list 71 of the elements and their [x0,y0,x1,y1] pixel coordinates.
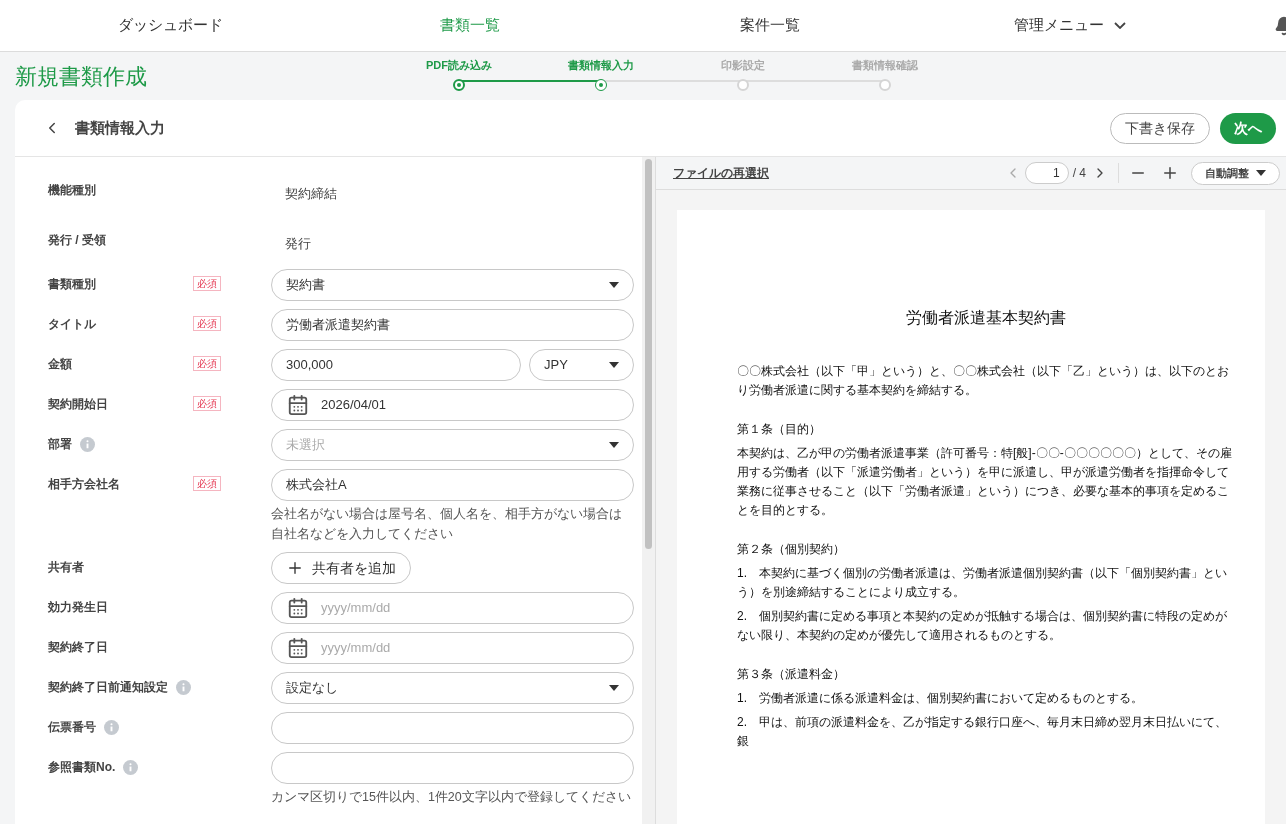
field-label: 共有者 [48,559,84,576]
step-label: 書類情報入力 [568,58,634,74]
document-paragraph: 1. 本契約に基づく個別の労働者派遣は、労働者派遣個別契約書（以下「個別契約書」という）を別途締結することにより成立する。 [737,565,1228,601]
calendar-icon[interactable] [287,597,309,619]
caret-icon [609,282,619,288]
card-title: 書類情報入力 [75,117,165,138]
field-note: カンマ区切りで15件以内、1件20文字以内で登録してください [271,789,632,806]
document-paragraph: 1. 労働者派遣に係る派遣料金は、個別契約書において定めるものとする。 [737,690,1144,707]
article-heading: 第２条（個別契約） [737,541,846,558]
document-paragraph: 2. 個別契約書に定める事項と本契約の定めが抵触する場合は、個別契約書に特段の定めがない限り、本契約の定めが優先して適用されるものとする。 [737,608,1228,644]
select-field[interactable]: 契約書 [271,269,634,301]
page-total: / 4 [1072,165,1086,182]
step-label: PDF読み込み [426,58,492,74]
article-heading: 第３条（派遣料金） [737,666,846,683]
text-field[interactable] [271,712,634,744]
document-title: 労働者派遣基本契約書 [905,308,1067,328]
zoom-select[interactable]: 自動調整 [1191,161,1280,185]
amount-field[interactable]: 300,000 [271,349,521,381]
plus-icon [286,559,304,577]
currency-select[interactable]: JPY [529,349,634,381]
field-label: 契約終了日 [48,639,108,656]
field-note: 会社名がない場合は屋号名、個人名を、相手方がない場合は自社名などを入力してください [271,506,623,543]
field-label: 伝票番号 [48,719,96,736]
document-paragraph: 2. 甲は、前項の派遣料金を、乙が指定する銀行口座へ、毎月末日締め翌月末日払いにて、銀 [737,714,1228,750]
field-label: 契約開始日 [48,396,108,413]
text-field[interactable]: 労働者派遣契約書 [271,309,634,341]
caret-icon [609,362,619,368]
nav-link[interactable]: ダッシュボード [20,14,320,37]
field-label: 部署 [48,436,72,453]
calendar-icon[interactable] [287,394,309,416]
field-value: 発行 [284,236,311,251]
caret-icon [609,442,619,448]
zoom-in-icon[interactable] [1161,164,1179,182]
step-label: 印影設定 [721,58,765,74]
document-paragraph: 本契約は、乙が甲の労働者派遣事業（許可番号：特[般]-〇〇-〇〇〇〇〇〇）として、その雇用する労働者（以下「派遣労働者」という）を甲に派遣し、甲が派遣労働者を指揮命令して業務に従事させること（以下「労働者派遣」という）につき、必要な基本的事項を定めることを目的とする。 [737,445,1233,519]
caret-icon [1256,170,1266,176]
add-sharer-button[interactable]: 共有者を追加 [271,552,411,584]
chevron-down-icon [1114,22,1126,29]
field-label: 相手方会社名 [48,476,120,493]
caret-icon [609,685,619,691]
page-number-field[interactable]: 1 [1024,162,1069,184]
required-badge: 必須 [193,356,221,371]
date-field[interactable]: 2026/04/01 [271,389,634,421]
save-draft-button[interactable]: 下書き保存 [1110,112,1210,144]
required-badge: 必須 [193,476,221,491]
required-badge: 必須 [193,316,221,331]
text-field[interactable]: 株式会社A [271,469,634,501]
article-heading: 第１条（目的） [737,421,822,438]
field-label: タイトル [48,316,96,333]
nav-link[interactable]: 管理メニュー [920,14,1220,37]
field-label: 金額 [48,356,72,373]
required-badge: 必須 [193,396,221,411]
step-label: 書類情報確認 [852,58,918,74]
calendar-icon[interactable] [287,637,309,659]
scrollbar-thumb[interactable] [645,159,652,549]
nav-link[interactable]: 案件一覧 [620,14,920,37]
field-label: 機能種別 [48,182,96,199]
field-label: 契約終了日前通知設定 [48,679,168,696]
field-value: 契約締結 [284,186,337,201]
required-badge: 必須 [193,276,221,291]
reselect-file-link[interactable]: ファイルの再選択 [673,164,769,182]
field-label: 発行 / 受領 [48,232,106,249]
field-label: 書類種別 [48,276,96,293]
field-label: 参照書類No. [48,759,116,776]
text-field[interactable] [271,752,634,784]
nav-link[interactable]: 書類一覧 [320,14,620,37]
next-button[interactable]: 次へ [1220,112,1276,144]
select-field[interactable]: 設定なし [271,672,634,704]
document-paragraph: 〇〇株式会社（以下「甲」という）と、〇〇株式会社（以下「乙」という）は、以下のとおり労働者派遣に関する基本契約を締結する。 [737,363,1230,399]
field-label: 効力発生日 [48,599,108,616]
page-title: 新規書類作成 [15,62,148,91]
